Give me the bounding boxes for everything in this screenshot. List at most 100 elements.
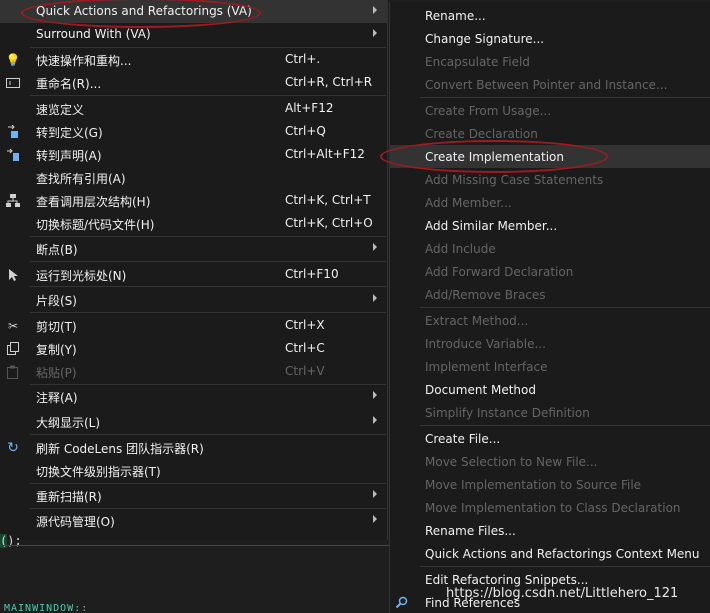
menu-item-label: 快速操作和重构... bbox=[36, 54, 132, 68]
menu-item-label: Rename Files... bbox=[425, 524, 516, 538]
menu-item-shortcut: Ctrl+F10 bbox=[285, 267, 339, 281]
menu-item-cut[interactable]: ✂ 剪切(T) Ctrl+X bbox=[0, 314, 387, 337]
copy-icon bbox=[4, 340, 22, 357]
submenu-item-add-include[interactable]: Add Include bbox=[390, 237, 710, 260]
go-to-declaration-icon bbox=[4, 146, 22, 163]
submenu-arrow-icon bbox=[373, 243, 377, 251]
submenu-item-introduce-variable[interactable]: Introduce Variable... bbox=[390, 332, 710, 355]
menu-item-refresh-codelens[interactable]: ↻ 刷新 CodeLens 团队指示器(R) bbox=[0, 436, 387, 459]
menu-item-toggle-file-indicators[interactable]: 切换文件级别指示器(T) bbox=[0, 459, 387, 482]
menu-item-run-to-cursor[interactable]: 运行到光标处(N) Ctrl+F10 bbox=[0, 263, 387, 286]
submenu-item-create-implementation[interactable]: Create Implementation bbox=[390, 145, 710, 168]
submenu-arrow-icon bbox=[373, 515, 377, 523]
submenu-item-convert-pointer-instance[interactable]: Convert Between Pointer and Instance... bbox=[390, 73, 710, 96]
menu-item-label: 切换文件级别指示器(T) bbox=[36, 465, 161, 479]
find-references-icon bbox=[395, 596, 411, 611]
menu-item-label: Document Method bbox=[425, 383, 536, 397]
menu-item-quick-actions-va[interactable]: Quick Actions and Refactorings (VA) bbox=[0, 0, 387, 23]
menu-item-label: Quick Actions and Refactorings (VA) bbox=[36, 4, 252, 18]
menu-item-label: Add Forward Declaration bbox=[425, 265, 574, 279]
menu-separator bbox=[30, 434, 386, 435]
menu-item-go-to-definition[interactable]: 转到定义(G) Ctrl+Q bbox=[0, 120, 387, 143]
menu-item-label: 转到声明(A) bbox=[36, 149, 102, 163]
submenu-item-document-method[interactable]: Document Method bbox=[390, 378, 710, 401]
submenu-item-move-impl-class[interactable]: Move Implementation to Class Declaration bbox=[390, 496, 710, 519]
menu-item-shortcut: Ctrl+X bbox=[285, 318, 325, 332]
submenu-item-move-selection[interactable]: Move Selection to New File... bbox=[390, 450, 710, 473]
menu-item-label: 大纲显示(L) bbox=[36, 416, 101, 430]
menu-item-breakpoint[interactable]: 断点(B) bbox=[0, 237, 387, 260]
menu-item-surround-with-va[interactable]: Surround With (VA) bbox=[0, 23, 387, 46]
menu-item-label: Move Implementation to Source File bbox=[425, 478, 642, 492]
menu-separator bbox=[420, 566, 710, 567]
menu-item-peek-definition[interactable]: 速览定义 Alt+F12 bbox=[0, 97, 387, 120]
menu-item-annotate[interactable]: 注释(A) bbox=[0, 385, 387, 408]
menu-item-source-control[interactable]: 源代码管理(O) bbox=[0, 509, 387, 532]
submenu-item-quick-actions-context-menu[interactable]: Quick Actions and Refactorings Context M… bbox=[390, 542, 710, 565]
menu-item-shortcut: Ctrl+K, Ctrl+T bbox=[285, 193, 371, 207]
menu-item-label: Create Declaration bbox=[425, 127, 538, 141]
menu-item-shortcut: Ctrl+K, Ctrl+O bbox=[285, 216, 373, 230]
menu-item-quick-actions[interactable]: 💡 快速操作和重构... Ctrl+. bbox=[0, 48, 387, 71]
rename-icon bbox=[4, 74, 22, 91]
menu-item-find-all-references[interactable]: 查找所有引用(A) bbox=[0, 166, 387, 189]
submenu-item-add-member[interactable]: Add Member... bbox=[390, 191, 710, 214]
submenu-item-add-missing-case[interactable]: Add Missing Case Statements bbox=[390, 168, 710, 191]
menu-item-label: Surround With (VA) bbox=[36, 27, 151, 41]
menu-item-outlining[interactable]: 大纲显示(L) bbox=[0, 410, 387, 433]
menu-item-label: Simplify Instance Definition bbox=[425, 406, 590, 420]
menu-item-label: 注释(A) bbox=[36, 391, 78, 405]
menu-item-label: Move Selection to New File... bbox=[425, 455, 598, 469]
menu-item-label: Create Implementation bbox=[425, 150, 564, 164]
submenu-item-rename[interactable]: Rename... bbox=[390, 4, 710, 27]
menu-item-label: 运行到光标处(N) bbox=[36, 269, 127, 283]
menu-separator bbox=[420, 425, 710, 426]
refactoring-submenu: Rename... Change Signature... Encapsulat… bbox=[389, 2, 710, 613]
submenu-item-add-similar-member[interactable]: Add Similar Member... bbox=[390, 214, 710, 237]
scissors-icon: ✂ bbox=[7, 318, 19, 333]
context-menu: Quick Actions and Refactorings (VA) Surr… bbox=[0, 0, 388, 540]
menu-item-go-to-declaration[interactable]: 转到声明(A) Ctrl+Alt+F12 bbox=[0, 143, 387, 166]
menu-item-shortcut: Ctrl+Q bbox=[285, 124, 326, 138]
menu-item-shortcut: Ctrl+C bbox=[285, 341, 325, 355]
submenu-item-add-remove-braces[interactable]: Add/Remove Braces bbox=[390, 283, 710, 306]
submenu-item-encapsulate-field[interactable]: Encapsulate Field bbox=[390, 50, 710, 73]
menu-item-label: 源代码管理(O) bbox=[36, 515, 115, 529]
submenu-item-create-from-usage[interactable]: Create From Usage... bbox=[390, 99, 710, 122]
menu-item-label: 复制(Y) bbox=[36, 343, 77, 357]
menu-item-copy[interactable]: 复制(Y) Ctrl+C bbox=[0, 337, 387, 360]
code-editor[interactable]: (); MAINWINDOW:: bbox=[0, 534, 389, 613]
submenu-item-move-impl-source[interactable]: Move Implementation to Source File bbox=[390, 473, 710, 496]
menu-item-label: Move Implementation to Class Declaration bbox=[425, 501, 681, 515]
submenu-item-change-signature[interactable]: Change Signature... bbox=[390, 27, 710, 50]
menu-item-paste[interactable]: 粘贴(P) Ctrl+V bbox=[0, 360, 387, 383]
menu-item-snippets[interactable]: 片段(S) bbox=[0, 288, 387, 311]
code-text: MAINWINDOW:: bbox=[4, 603, 89, 613]
menu-item-label: Encapsulate Field bbox=[425, 55, 530, 69]
menu-item-view-call-hierarchy[interactable]: 查看调用层次结构(H) Ctrl+K, Ctrl+T bbox=[0, 189, 387, 212]
submenu-item-simplify-instance[interactable]: Simplify Instance Definition bbox=[390, 401, 710, 424]
menu-item-label: Convert Between Pointer and Instance... bbox=[425, 78, 668, 92]
submenu-item-rename-files[interactable]: Rename Files... bbox=[390, 519, 710, 542]
submenu-item-create-declaration[interactable]: Create Declaration bbox=[390, 122, 710, 145]
menu-item-toggle-header-code[interactable]: 切换标题/代码文件(H) Ctrl+K, Ctrl+O bbox=[0, 212, 387, 235]
menu-item-label: Add/Remove Braces bbox=[425, 288, 546, 302]
menu-item-label: 剪切(T) bbox=[36, 320, 77, 334]
menu-separator bbox=[420, 97, 710, 98]
call-hierarchy-icon bbox=[4, 192, 22, 209]
cursor-arrow-icon bbox=[4, 266, 22, 283]
submenu-item-extract-method[interactable]: Extract Method... bbox=[390, 309, 710, 332]
menu-item-label: 查找所有引用(A) bbox=[36, 172, 126, 186]
submenu-item-add-forward-declaration[interactable]: Add Forward Declaration bbox=[390, 260, 710, 283]
menu-item-label: Create From Usage... bbox=[425, 104, 552, 118]
submenu-item-create-file[interactable]: Create File... bbox=[390, 427, 710, 450]
submenu-arrow-icon bbox=[373, 391, 377, 399]
menu-item-label: Change Signature... bbox=[425, 32, 545, 46]
menu-separator bbox=[30, 261, 386, 262]
menu-item-rename[interactable]: 重命名(R)... Ctrl+R, Ctrl+R bbox=[0, 71, 387, 94]
menu-separator bbox=[30, 286, 386, 287]
menu-item-shortcut: Ctrl+V bbox=[285, 364, 325, 378]
menu-item-rescan[interactable]: 重新扫描(R) bbox=[0, 484, 387, 507]
menu-item-label: Implement Interface bbox=[425, 360, 548, 374]
submenu-item-implement-interface[interactable]: Implement Interface bbox=[390, 355, 710, 378]
